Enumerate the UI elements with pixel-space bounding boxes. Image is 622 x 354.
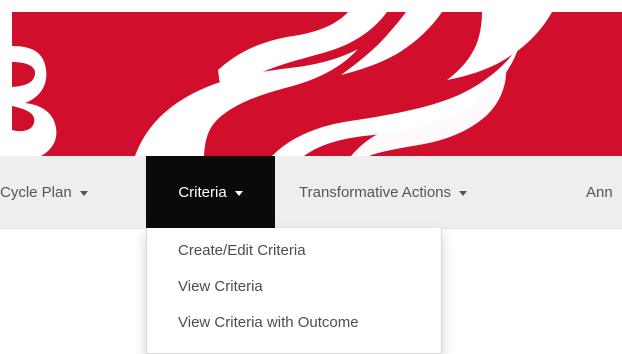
nav-item-label: Ann: [586, 183, 613, 201]
header-banner: [12, 12, 622, 156]
chevron-down-icon: [459, 190, 467, 196]
nav-item-ann[interactable]: Ann: [586, 156, 613, 228]
nav-item-label: Criteria: [178, 183, 227, 201]
nav-item-label: Cycle Plan: [0, 183, 72, 201]
main-navbar: Cycle Plan Criteria Transformative Actio…: [0, 156, 622, 229]
criteria-dropdown-menu: Create/Edit Criteria View Criteria View …: [146, 228, 442, 354]
dropdown-item-view-criteria-with-outcome[interactable]: View Criteria with Outcome: [178, 314, 359, 331]
nav-item-transformative-actions[interactable]: Transformative Actions: [299, 156, 467, 228]
nav-item-criteria[interactable]: Criteria: [146, 156, 275, 228]
nav-item-cycle-plan[interactable]: Cycle Plan: [0, 156, 88, 228]
chevron-down-icon: [79, 190, 88, 196]
banner-artwork: [12, 12, 622, 156]
dropdown-item-view-criteria[interactable]: View Criteria: [178, 278, 263, 295]
page: Cycle Plan Criteria Transformative Actio…: [0, 0, 622, 354]
nav-item-label: Transformative Actions: [299, 183, 451, 201]
dropdown-item-create-edit-criteria[interactable]: Create/Edit Criteria: [178, 242, 306, 259]
chevron-down-icon: [234, 190, 243, 196]
